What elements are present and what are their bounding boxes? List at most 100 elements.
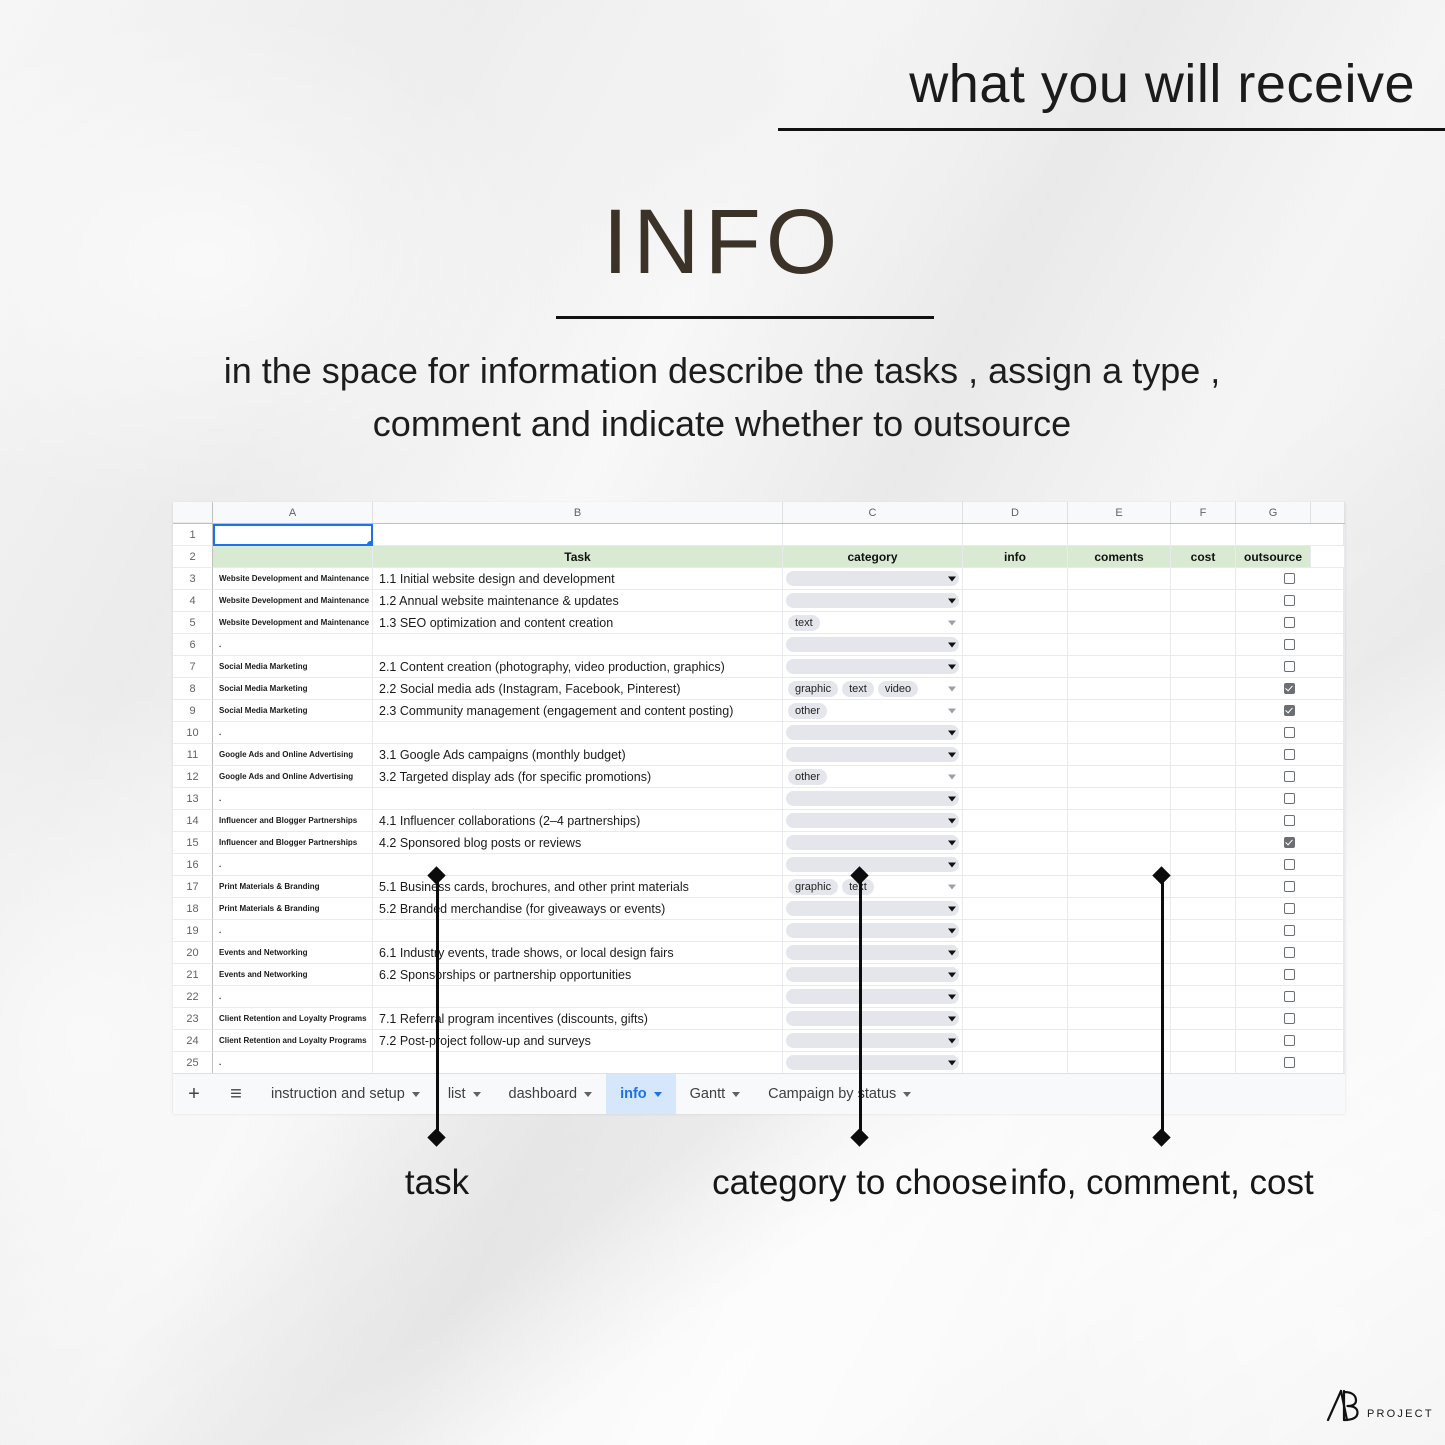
header-cell-category[interactable]: category [783, 546, 963, 568]
checkbox-unchecked-icon[interactable] [1284, 617, 1295, 628]
checkbox-unchecked-icon[interactable] [1284, 815, 1295, 826]
cell-category-dropdown[interactable] [783, 524, 963, 546]
category-empty-pill[interactable] [786, 747, 959, 762]
cell-category-group[interactable]: Influencer and Blogger Partnerships [213, 810, 373, 832]
cell-outsource[interactable] [1236, 810, 1344, 832]
cell-info[interactable] [963, 920, 1068, 942]
cell-task[interactable]: 2.1 Content creation (photography, video… [373, 656, 783, 678]
cell-task[interactable] [373, 788, 783, 810]
table-row[interactable]: 2 Task category info coments cost outsource [173, 546, 1345, 568]
cell-outsource[interactable] [1236, 744, 1344, 766]
sheet-tabs[interactable]: instruction and setup list dashboard info Ga… [257, 1074, 925, 1114]
cell-task[interactable]: 7.2 Post-project follow-up and surveys [373, 1030, 783, 1052]
cell-category-group[interactable]: Website Development and Maintenance [213, 612, 373, 634]
chevron-down-icon[interactable] [948, 730, 956, 735]
cell-cost[interactable] [1171, 612, 1236, 634]
cell-category-group[interactable]: . [213, 854, 373, 876]
chevron-down-icon[interactable] [948, 576, 956, 581]
cell-coments[interactable] [1068, 1030, 1171, 1052]
cell-outsource[interactable] [1236, 612, 1344, 634]
cell-info[interactable] [963, 590, 1068, 612]
cell-outsource[interactable] [1236, 722, 1344, 744]
category-empty-pill[interactable] [786, 945, 959, 960]
row-header[interactable]: 2 [173, 546, 213, 568]
cell-coments[interactable] [1068, 986, 1171, 1008]
cell-outsource[interactable] [1236, 700, 1344, 722]
row-header[interactable]: 15 [173, 832, 213, 854]
chevron-down-icon[interactable] [903, 1091, 912, 1097]
select-all-corner[interactable] [173, 502, 213, 523]
column-header-a[interactable]: A [213, 502, 373, 523]
checkbox-unchecked-icon[interactable] [1284, 881, 1295, 892]
checkbox-unchecked-icon[interactable] [1284, 903, 1295, 914]
checkbox-unchecked-icon[interactable] [1284, 639, 1295, 650]
cell-coments[interactable] [1068, 1008, 1171, 1030]
checkbox-unchecked-icon[interactable] [1284, 859, 1295, 870]
row-header[interactable]: 13 [173, 788, 213, 810]
table-row[interactable]: 24 Client Retention and Loyalty Programs 7… [173, 1030, 1345, 1052]
row-header[interactable]: 10 [173, 722, 213, 744]
cell-info[interactable] [963, 700, 1068, 722]
column-header-h[interactable] [1311, 502, 1345, 523]
add-sheet-icon[interactable]: + [173, 1083, 215, 1106]
cell-outsource[interactable] [1236, 1008, 1344, 1030]
cell-cost[interactable] [1171, 788, 1236, 810]
sheet-tab-info[interactable]: info [606, 1074, 676, 1114]
checkbox-unchecked-icon[interactable] [1284, 991, 1295, 1002]
cell-task[interactable]: 1.1 Initial website design and developme… [373, 568, 783, 590]
header-cell-cost[interactable]: cost [1171, 546, 1236, 568]
chevron-down-icon[interactable] [948, 884, 956, 889]
checkbox-unchecked-icon[interactable] [1284, 771, 1295, 782]
table-row[interactable]: 17 Print Materials & Branding 5.1 Business… [173, 876, 1345, 898]
cell-task[interactable]: 1.3 SEO optimization and content creatio… [373, 612, 783, 634]
cell-overflow[interactable] [1344, 634, 1345, 656]
row-header[interactable]: 17 [173, 876, 213, 898]
cell-outsource[interactable] [1236, 920, 1344, 942]
cell-task[interactable]: 2.3 Community management (engagement and… [373, 700, 783, 722]
column-header-b[interactable]: B [373, 502, 783, 523]
cell-category-group[interactable]: Website Development and Maintenance [213, 568, 373, 590]
cell-category-group[interactable]: Google Ads and Online Advertising [213, 744, 373, 766]
checkbox-unchecked-icon[interactable] [1284, 925, 1295, 936]
sheet-tab-dashboard[interactable]: dashboard [495, 1074, 607, 1114]
column-header-e[interactable]: E [1068, 502, 1171, 523]
column-header-f[interactable]: F [1171, 502, 1236, 523]
cell-category-dropdown[interactable] [783, 810, 963, 832]
chevron-down-icon[interactable] [584, 1091, 593, 1097]
table-row[interactable]: 18 Print Materials & Branding 5.2 Branded … [173, 898, 1345, 920]
row-header[interactable]: 22 [173, 986, 213, 1008]
cell-cost[interactable] [1171, 524, 1236, 546]
checkbox-unchecked-icon[interactable] [1284, 947, 1295, 958]
cell-overflow[interactable] [1344, 612, 1345, 634]
cell-outsource[interactable] [1236, 964, 1344, 986]
category-empty-pill[interactable] [786, 1033, 959, 1048]
chevron-down-icon[interactable] [732, 1091, 741, 1097]
cell-coments[interactable] [1068, 898, 1171, 920]
cell-overflow[interactable] [1344, 898, 1345, 920]
table-row[interactable]: 11 Google Ads and Online Advertising 3.1 G… [173, 744, 1345, 766]
cell-overflow[interactable] [1344, 942, 1345, 964]
cell-cost[interactable] [1171, 590, 1236, 612]
cell-outsource[interactable] [1236, 590, 1344, 612]
cell-category-group[interactable]: Events and Networking [213, 942, 373, 964]
cell-outsource[interactable] [1236, 788, 1344, 810]
cell-category-dropdown[interactable] [783, 942, 963, 964]
cell-category-dropdown[interactable]: graphic text [783, 876, 963, 898]
cell-info[interactable] [963, 986, 1068, 1008]
table-row[interactable]: 25. [173, 1052, 1345, 1074]
cell-cost[interactable] [1171, 766, 1236, 788]
chevron-down-icon[interactable] [948, 1038, 956, 1043]
cell-info[interactable] [963, 810, 1068, 832]
cell-category-dropdown[interactable] [783, 898, 963, 920]
cell-cost[interactable] [1171, 1052, 1236, 1074]
cell-category-dropdown[interactable] [783, 986, 963, 1008]
checkbox-unchecked-icon[interactable] [1284, 573, 1295, 584]
cell-outsource[interactable] [1236, 1052, 1344, 1074]
table-row[interactable]: 10. [173, 722, 1345, 744]
cell-task[interactable] [373, 524, 783, 546]
cell-info[interactable] [963, 722, 1068, 744]
category-empty-pill[interactable] [786, 571, 959, 586]
cell-category-group[interactable]: Website Development and Maintenance [213, 590, 373, 612]
cell-coments[interactable] [1068, 964, 1171, 986]
cell-coments[interactable] [1068, 832, 1171, 854]
